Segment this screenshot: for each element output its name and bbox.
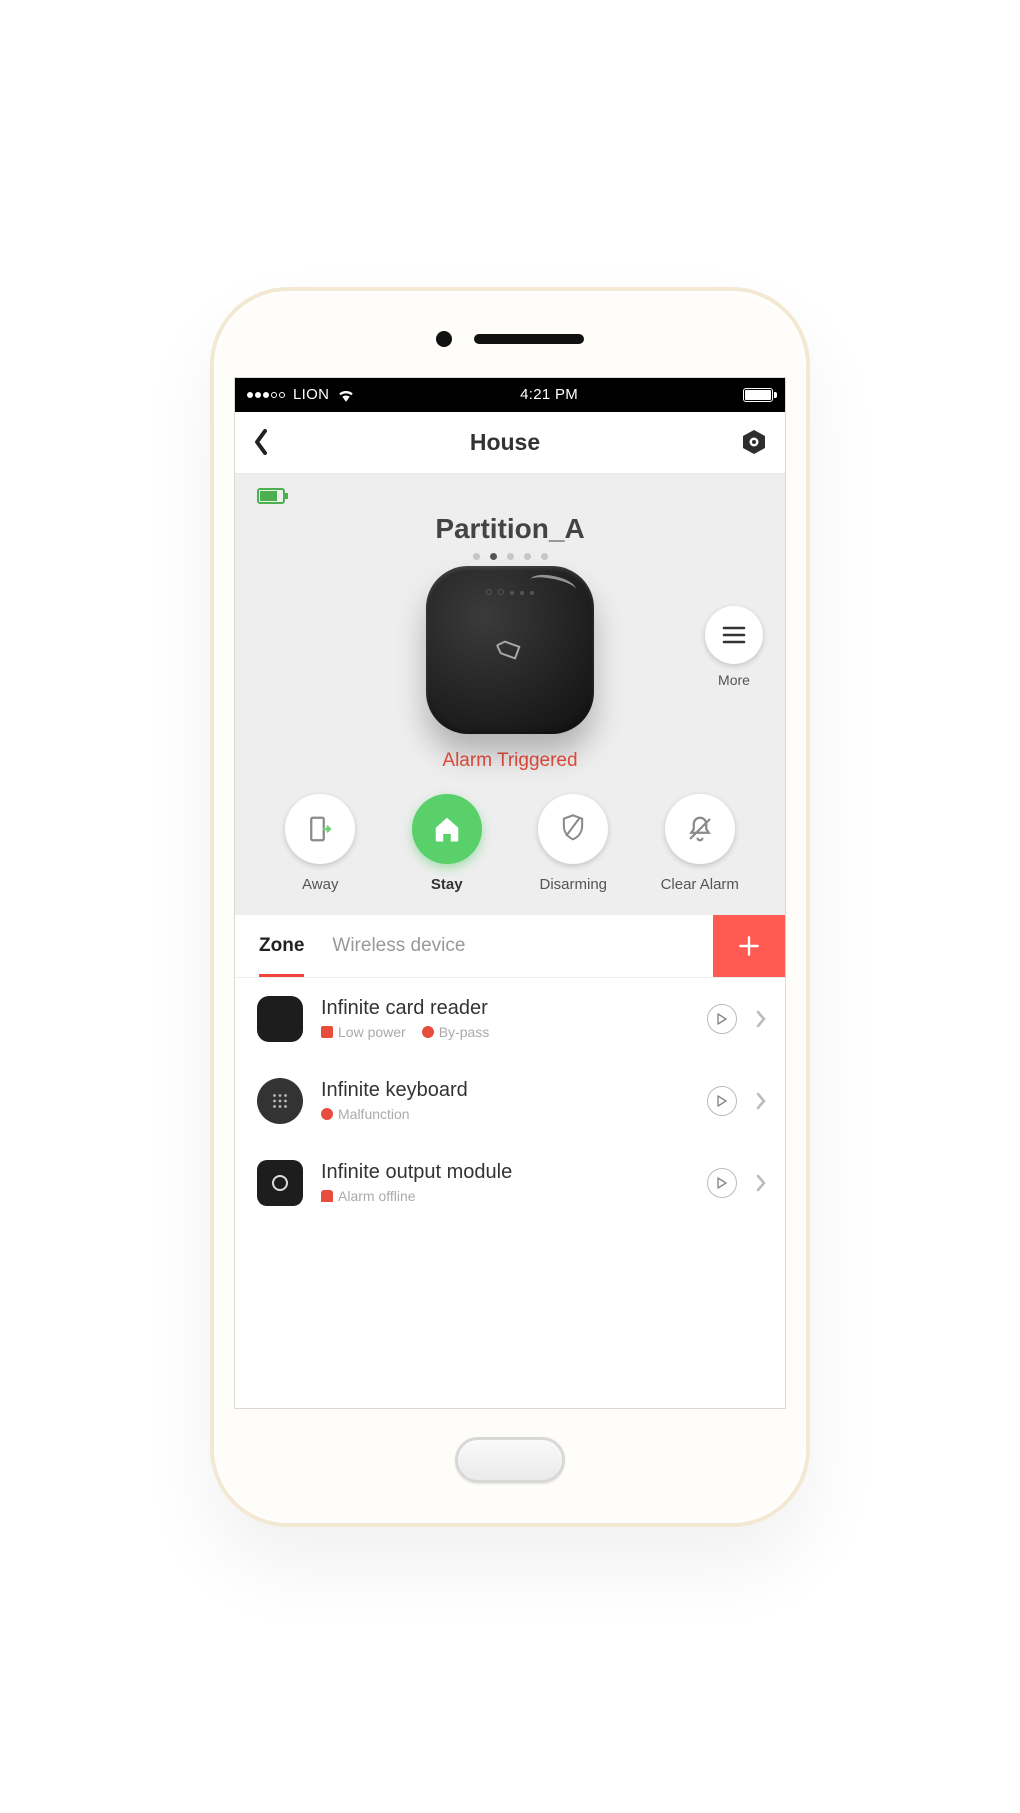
bypass-icon [422, 1026, 434, 1038]
zone-row[interactable]: Infinite card reader Low power By-pass [235, 978, 785, 1060]
clock: 4:21 PM [520, 386, 578, 403]
output-module-icon [268, 1171, 292, 1195]
status-tag: Alarm offline [321, 1188, 416, 1204]
play-button[interactable] [707, 1086, 737, 1116]
back-button[interactable] [253, 429, 269, 455]
status-tag: By-pass [422, 1024, 490, 1040]
action-away: Away [257, 794, 384, 893]
chevron-right-icon[interactable] [755, 1010, 767, 1028]
speaker-slot [474, 334, 584, 344]
tab-row: Zone Wireless device [235, 915, 785, 978]
stay-button[interactable] [412, 794, 482, 864]
play-icon [717, 1177, 727, 1189]
zone-row[interactable]: Infinite keyboard Malfunction [235, 1060, 785, 1142]
zone-name: Infinite output module [321, 1161, 689, 1184]
status-bar: LION 4:21 PM [235, 378, 785, 412]
play-icon [717, 1095, 727, 1107]
action-clear-alarm: Clear Alarm [637, 794, 764, 893]
device-image [426, 566, 594, 734]
wifi-icon [337, 388, 355, 402]
play-button[interactable] [707, 1004, 737, 1034]
zone-row[interactable]: Infinite output module Alarm offline [235, 1142, 785, 1224]
device-battery-icon [257, 488, 285, 504]
home-button[interactable] [455, 1437, 565, 1483]
add-button[interactable] [713, 915, 785, 977]
zone-name: Infinite card reader [321, 997, 689, 1020]
chevron-right-icon[interactable] [755, 1092, 767, 1110]
play-button[interactable] [707, 1168, 737, 1198]
disarming-button[interactable] [538, 794, 608, 864]
clear-alarm-button[interactable] [665, 794, 735, 864]
clear-alarm-label: Clear Alarm [637, 876, 764, 893]
status-tag: Malfunction [321, 1106, 410, 1122]
chevron-right-icon[interactable] [755, 1174, 767, 1192]
phone-hardware-top [436, 331, 584, 347]
pager-dots[interactable] [257, 553, 763, 560]
plus-icon [736, 933, 762, 959]
page-title: House [470, 429, 540, 456]
action-disarming: Disarming [510, 794, 637, 893]
device-thumbnail-icon [257, 996, 303, 1042]
phone-frame: LION 4:21 PM House Partition_A [210, 287, 810, 1527]
bell-off-icon [685, 814, 715, 844]
carrier-label: LION [293, 386, 329, 403]
stay-label: Stay [384, 876, 511, 893]
settings-button[interactable] [741, 429, 767, 455]
door-exit-icon [305, 814, 335, 844]
partition-hero: Partition_A More Ala [235, 474, 785, 915]
device-thumbnail-icon [257, 1160, 303, 1206]
away-label: Away [257, 876, 384, 893]
shield-off-icon [559, 813, 587, 845]
tab-zone[interactable]: Zone [259, 915, 304, 977]
tab-wireless-device[interactable]: Wireless device [332, 915, 465, 977]
partition-name: Partition_A [257, 513, 763, 545]
zone-name: Infinite keyboard [321, 1079, 689, 1102]
alarm-offline-icon [321, 1190, 333, 1202]
home-icon [432, 814, 462, 844]
keypad-icon [269, 1090, 291, 1112]
camera-dot [436, 331, 452, 347]
zone-list: Infinite card reader Low power By-pass [235, 978, 785, 1408]
nav-bar: House [235, 412, 785, 474]
away-button[interactable] [285, 794, 355, 864]
more-button[interactable] [705, 606, 763, 664]
disarming-label: Disarming [510, 876, 637, 893]
screen: LION 4:21 PM House Partition_A [234, 377, 786, 1409]
malfunction-icon [321, 1108, 333, 1120]
signal-strength-icon [247, 392, 285, 398]
battery-status-icon [743, 388, 773, 402]
status-tag: Low power [321, 1024, 406, 1040]
device-thumbnail-icon [257, 1078, 303, 1124]
tag-icon [493, 632, 528, 667]
action-stay: Stay [384, 794, 511, 893]
more-label: More [705, 672, 763, 688]
menu-icon [722, 626, 746, 644]
arming-actions: Away Stay Disarming [257, 794, 763, 893]
alarm-status-text: Alarm Triggered [257, 750, 763, 772]
low-power-icon [321, 1026, 333, 1038]
play-icon [717, 1013, 727, 1025]
